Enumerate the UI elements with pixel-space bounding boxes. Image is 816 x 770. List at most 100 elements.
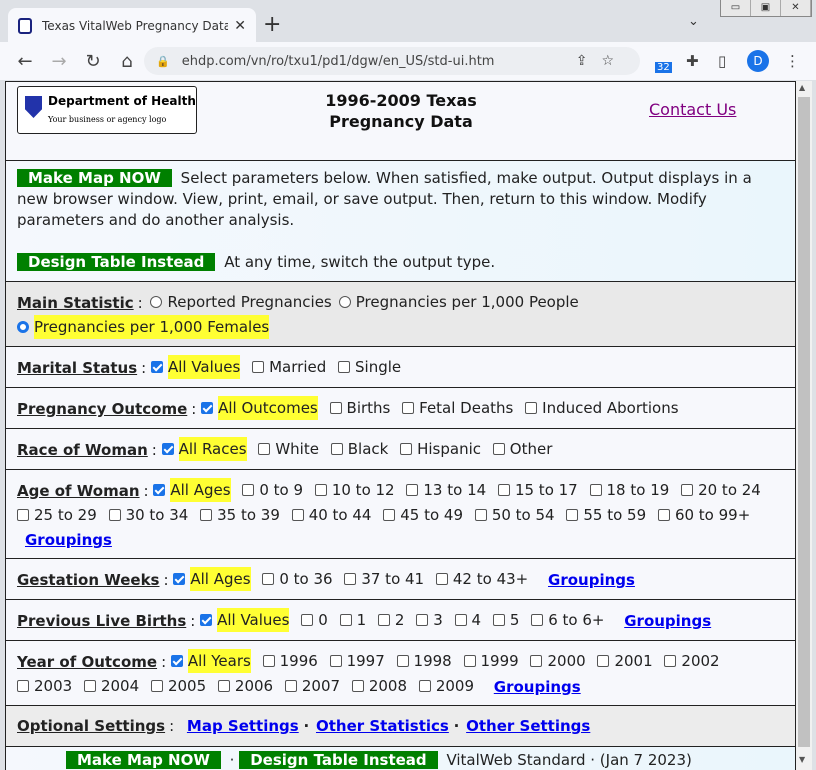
bookmark-star-icon[interactable]: ☆ xyxy=(601,53,628,69)
checkbox-option[interactable]: 42 to 43+ xyxy=(435,567,528,591)
radio-button[interactable] xyxy=(17,321,29,333)
checkbox[interactable] xyxy=(153,484,166,496)
checkbox[interactable] xyxy=(492,614,505,626)
checkbox-option[interactable]: All Races xyxy=(161,437,247,461)
checkbox-option[interactable]: 15 to 17 xyxy=(497,478,578,502)
footer-make-map-button[interactable]: Make Map NOW xyxy=(66,751,221,769)
checkbox-option[interactable]: Fetal Deaths xyxy=(402,396,513,420)
checkbox-option[interactable]: 18 to 19 xyxy=(589,478,669,502)
side-panel-icon[interactable]: ▯ xyxy=(718,52,726,70)
checkbox-option[interactable]: All Values xyxy=(150,355,241,379)
checkbox-option[interactable]: Hispanic xyxy=(400,437,481,461)
checkbox-option[interactable]: 2001 xyxy=(597,649,653,673)
checkbox-option[interactable]: 30 to 34 xyxy=(108,503,188,527)
checkbox[interactable] xyxy=(314,484,327,496)
checkbox-option[interactable]: 5 xyxy=(492,608,519,632)
checkbox[interactable] xyxy=(525,402,538,414)
checkbox[interactable] xyxy=(530,655,543,667)
radio-button[interactable] xyxy=(150,296,163,308)
checkbox-option[interactable]: All Values xyxy=(200,608,290,632)
checkbox[interactable] xyxy=(242,484,255,496)
scrollbar-thumb[interactable] xyxy=(798,97,810,747)
close-tab-icon[interactable]: ✕ xyxy=(234,18,246,34)
checkbox-option[interactable]: Births xyxy=(329,396,390,420)
checkbox-option[interactable]: Induced Abortions xyxy=(525,396,679,420)
checkbox-option[interactable]: 60 to 99+ xyxy=(657,503,750,527)
checkbox-option[interactable]: 1997 xyxy=(329,649,385,673)
contact-us-link[interactable]: Contact Us xyxy=(649,100,736,119)
checkbox[interactable] xyxy=(217,680,230,692)
other-settings-link[interactable]: Other Settings xyxy=(466,717,590,735)
checkbox-option[interactable]: All Outcomes xyxy=(201,396,318,420)
checkbox[interactable] xyxy=(258,443,271,455)
checkbox[interactable] xyxy=(664,655,677,667)
checkbox-option[interactable]: 0 to 36 xyxy=(262,567,333,591)
checkbox-option[interactable]: 2002 xyxy=(664,649,720,673)
checkbox[interactable] xyxy=(173,573,186,585)
new-tab-icon[interactable]: + xyxy=(263,12,281,37)
checkbox-option[interactable]: 2 xyxy=(377,608,404,632)
checkbox[interactable] xyxy=(201,402,214,414)
checkbox[interactable] xyxy=(396,655,409,667)
scroll-up-icon[interactable]: ▲ xyxy=(799,83,805,92)
vertical-scrollbar[interactable]: ▲ ▼ xyxy=(796,81,812,770)
share-icon[interactable]: ⇪ xyxy=(576,53,602,69)
checkbox[interactable] xyxy=(597,655,610,667)
checkbox-option[interactable]: All Years xyxy=(170,649,251,673)
checkbox[interactable] xyxy=(589,484,602,496)
checkbox-option[interactable]: 2008 xyxy=(351,674,407,698)
extension-badge[interactable]: 32 xyxy=(655,62,672,73)
checkbox-option[interactable]: 3 xyxy=(416,608,443,632)
tab-search-chevron-icon[interactable]: ⌄ xyxy=(688,14,699,29)
checkbox[interactable] xyxy=(681,484,694,496)
checkbox[interactable] xyxy=(262,655,275,667)
back-icon[interactable]: ← xyxy=(8,51,42,72)
checkbox-option[interactable]: 2007 xyxy=(284,674,340,698)
avatar[interactable]: D xyxy=(747,50,769,72)
checkbox[interactable] xyxy=(339,614,352,626)
address-bar[interactable]: 🔒 ehdp.com/vn/ro/txu1/pd1/dgw/en_US/std-… xyxy=(144,47,640,75)
restore-icon[interactable]: ▣ xyxy=(751,0,781,16)
checkbox-option[interactable]: 4 xyxy=(454,608,481,632)
checkbox[interactable] xyxy=(383,509,396,521)
checkbox[interactable] xyxy=(474,509,487,521)
checkbox[interactable] xyxy=(200,614,213,626)
main-statistic-option[interactable]: Reported Pregnancies xyxy=(150,290,332,314)
checkbox-option[interactable]: 0 xyxy=(301,608,328,632)
checkbox-option[interactable]: Other xyxy=(492,437,552,461)
checkbox-option[interactable]: 2006 xyxy=(217,674,273,698)
checkbox[interactable] xyxy=(301,614,314,626)
menu-kebab-icon[interactable]: ⋮ xyxy=(785,52,800,70)
radio-button[interactable] xyxy=(338,296,351,308)
checkbox-option[interactable]: 25 to 29 xyxy=(17,503,97,527)
checkbox-option[interactable]: 50 to 54 xyxy=(474,503,555,527)
checkbox[interactable] xyxy=(150,680,163,692)
checkbox[interactable] xyxy=(657,509,670,521)
forward-icon[interactable]: → xyxy=(42,51,76,72)
minimize-icon[interactable]: ▭ xyxy=(721,0,751,16)
checkbox[interactable] xyxy=(418,680,431,692)
home-icon[interactable]: ⌂ xyxy=(110,51,144,72)
groupings-link[interactable]: Groupings xyxy=(624,612,711,630)
checkbox[interactable] xyxy=(400,443,413,455)
checkbox[interactable] xyxy=(284,680,297,692)
checkbox[interactable] xyxy=(531,614,544,626)
checkbox[interactable] xyxy=(416,614,429,626)
scroll-down-icon[interactable]: ▼ xyxy=(799,755,805,764)
checkbox[interactable] xyxy=(262,573,275,585)
checkbox[interactable] xyxy=(463,655,476,667)
checkbox-option[interactable]: 45 to 49 xyxy=(383,503,463,527)
checkbox[interactable] xyxy=(17,509,29,521)
checkbox[interactable] xyxy=(402,402,415,414)
checkbox[interactable] xyxy=(338,361,351,373)
main-statistic-option[interactable]: Pregnancies per 1,000 People xyxy=(338,290,579,314)
checkbox-option[interactable]: 37 to 41 xyxy=(344,567,424,591)
extensions-puzzle-icon[interactable]: ✚ xyxy=(686,52,699,70)
checkbox-option[interactable]: White xyxy=(258,437,319,461)
checkbox-option[interactable]: 55 to 59 xyxy=(566,503,646,527)
checkbox[interactable] xyxy=(454,614,467,626)
make-map-button[interactable]: Make Map NOW xyxy=(17,169,172,187)
map-settings-link[interactable]: Map Settings xyxy=(187,717,299,735)
checkbox-option[interactable]: Married xyxy=(252,355,326,379)
checkbox-option[interactable]: 20 to 24 xyxy=(681,478,761,502)
